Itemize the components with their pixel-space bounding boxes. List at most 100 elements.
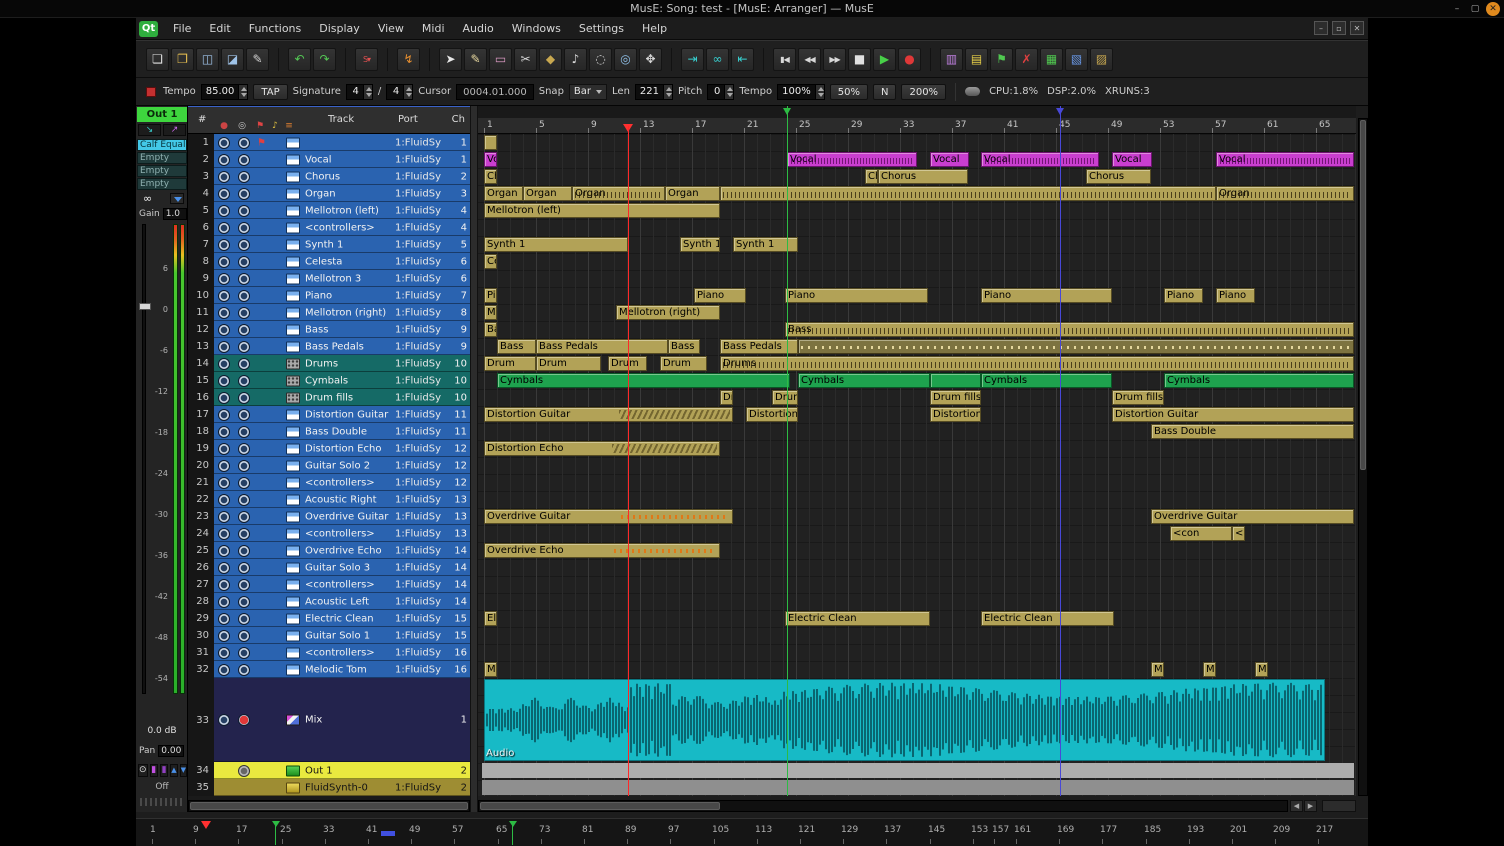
overview-marker-flag-icon[interactable] [272,821,280,827]
part[interactable]: Bass [668,339,700,354]
save-file-icon[interactable]: ◫ [196,48,219,71]
track-row[interactable]: 34Out 12 [188,762,470,779]
part[interactable]: Me [484,662,497,677]
track-on-button[interactable] [218,714,230,726]
marker-view-icon[interactable]: ⚑ [990,48,1013,71]
record-arm-button[interactable] [238,154,250,166]
menu-display[interactable]: Display [310,18,369,40]
track-on-button[interactable] [218,426,230,438]
tracklist-hscrollbar[interactable] [188,800,470,812]
new-file-icon[interactable]: ❏ [146,48,169,71]
track-row[interactable]: 27<controllers>1:FluidSy14 [188,576,470,593]
scrollbar-track[interactable] [478,800,1288,812]
big-time-icon[interactable]: ▦ [1040,48,1063,71]
part[interactable]: Distortion Guitar [1112,407,1354,422]
menu-edit[interactable]: Edit [200,18,239,40]
score-tool-icon[interactable]: ♪ [564,48,587,71]
track-on-button[interactable] [218,528,230,540]
strip-up-icon[interactable]: ▲ [170,764,177,777]
part[interactable]: Vocal [1216,152,1354,167]
part[interactable]: Drum [484,356,536,371]
track-row[interactable]: 10Piano1:FluidSy7 [188,287,470,304]
tap-tempo-button[interactable]: TAP [253,84,287,100]
overview-marker-flag-icon[interactable] [509,821,517,827]
record-arm-button[interactable] [238,358,250,370]
track-row[interactable]: 18Bass Double1:FluidSy11 [188,423,470,440]
skip-start-icon[interactable]: ▮◀ [773,48,796,71]
record-arm-button[interactable] [238,545,250,557]
part[interactable]: Organ [1216,186,1354,201]
menu-help[interactable]: Help [633,18,676,40]
mdi-restore-icon[interactable]: ▫ [1332,21,1346,35]
punch-in-icon[interactable]: ⇥ [681,48,704,71]
part[interactable]: Bass [497,339,536,354]
record-arm-button[interactable] [238,528,250,540]
pane-grip[interactable] [1322,800,1356,812]
part[interactable]: Chorus [1086,169,1151,184]
record-arm-button[interactable] [238,171,250,183]
cliplist-icon[interactable]: ▨ [1090,48,1113,71]
track-row[interactable]: 25Overdrive Echo1:FluidSy14 [188,542,470,559]
record-arm-button[interactable] [238,477,250,489]
len-spinbox[interactable]: 221 [635,84,673,100]
record-arm-button[interactable] [238,239,250,251]
track-on-button[interactable] [218,137,230,149]
strip-down-icon[interactable]: ▼ [180,764,187,777]
track-row[interactable]: 7Synth 11:FluidSy5 [188,236,470,253]
track-row[interactable]: 20Guitar Solo 21:FluidSy12 [188,457,470,474]
record-icon[interactable]: ● [898,48,921,71]
track-on-button[interactable] [218,494,230,506]
part[interactable] [484,135,497,150]
track-on-button[interactable] [218,613,230,625]
part[interactable]: Piano [1164,288,1203,303]
track-on-button[interactable] [218,460,230,472]
track-on-button[interactable] [218,171,230,183]
record-arm-button[interactable] [238,562,250,574]
part[interactable]: Vocal [1112,152,1152,167]
track-on-button[interactable] [218,511,230,523]
pitch-spinbox[interactable]: 0 [707,84,734,100]
track-on-button[interactable] [218,562,230,574]
track-row[interactable]: 23Overdrive Guitar1:FluidSy13 [188,508,470,525]
window-titlebar[interactable]: MusE: Song: test - [MusE: Arranger] — Mu… [0,0,1504,18]
part[interactable]: Electric Clean [785,611,930,626]
glue-tool-icon[interactable]: ◆ [539,48,562,71]
track-row[interactable]: 32Melodic Tom1:FluidSy16 [188,661,470,678]
track-row[interactable]: 12Bass1:FluidSy9 [188,321,470,338]
part[interactable]: Bass Double [1151,424,1354,439]
track-row[interactable]: 29Electric Clean1:FluidSy15 [188,610,470,627]
loop-icon[interactable]: ∞ [706,48,729,71]
record-arm-button[interactable] [238,613,250,625]
track-row[interactable]: 26Guitar Solo 31:FluidSy14 [188,559,470,576]
track-row[interactable]: 6<controllers>1:FluidSy4 [188,219,470,236]
part[interactable]: Me [484,305,497,320]
record-arm-button[interactable] [238,596,250,608]
track-on-button[interactable] [218,596,230,608]
track-row[interactable]: 31<controllers>1:FluidSy16 [188,644,470,661]
master-track-icon[interactable]: ✗ [1015,48,1038,71]
track-on-button[interactable] [218,239,230,251]
gain-value[interactable]: 1.0 [163,208,187,220]
stereo-link-icon[interactable]: ∞ [143,192,170,205]
part[interactable]: Synth 1 [484,237,628,252]
track-on-button[interactable] [218,154,230,166]
strip-b-icon[interactable]: ▮ [160,764,168,777]
record-arm-button[interactable] [238,137,250,149]
part[interactable]: Overdrive Echo [484,543,720,558]
part[interactable]: Ba [484,322,497,337]
track-on-button[interactable] [218,273,230,285]
part[interactable]: Overdrive Guitar [484,509,733,524]
part[interactable]: Pia [484,288,497,303]
strip-grip[interactable] [140,798,184,806]
track-row[interactable]: 11Mellotron (right)1:FluidSy8 [188,304,470,321]
event-list-icon[interactable]: ▤ [965,48,988,71]
track-row[interactable]: 17Distortion Guitar1:FluidSy11 [188,406,470,423]
record-arm-button[interactable] [238,426,250,438]
signature-numerator-spinbox[interactable]: 4 [346,84,373,100]
part[interactable]: Drum [660,356,707,371]
cutter-tool-icon[interactable]: ✂ [514,48,537,71]
spinner-arrows-icon[interactable] [238,85,247,99]
record-arm-button[interactable] [238,307,250,319]
track-on-button[interactable] [218,409,230,421]
whats-this-icon[interactable]: ✎ [246,48,269,71]
